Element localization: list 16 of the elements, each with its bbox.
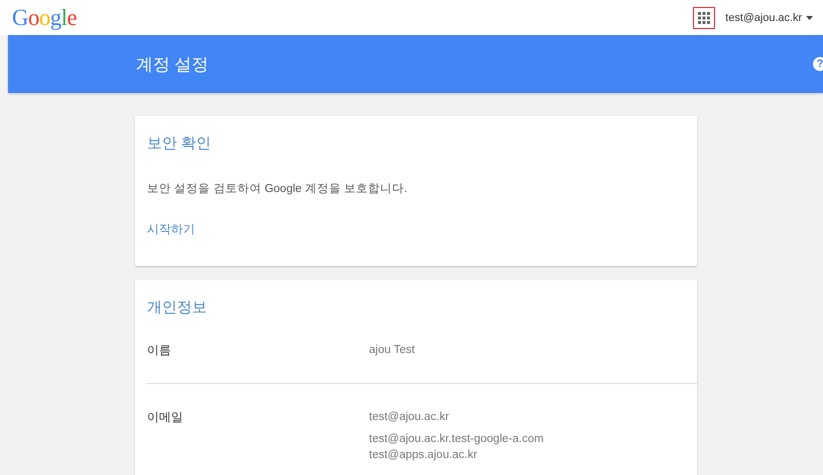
field-value: ajou Test — [369, 343, 415, 358]
page-title: 계정 설정 — [136, 54, 209, 76]
field-label: 이메일 — [147, 409, 184, 426]
account-menu[interactable]: test@ajou.ac.kr — [721, 12, 817, 24]
field-value: test@ajou.ac.kr — [369, 410, 450, 425]
field-value: test@ajou.ac.kr.test-google-a.com — [369, 432, 544, 447]
google-logo[interactable]: Google — [12, 4, 77, 30]
card-title: 보안 확인 — [147, 134, 212, 153]
caret-icon[interactable] — [806, 16, 813, 20]
help-icon[interactable]: ? — [813, 57, 823, 71]
card-title: 개인정보 — [147, 298, 207, 317]
field-value: test@apps.ajou.ac.kr — [369, 448, 478, 463]
start-link[interactable]: 시작하기 — [147, 221, 195, 238]
card-description: 보안 설정을 검토하여 Google 계정을 보호합니다. — [147, 182, 408, 196]
apps-grid-icon[interactable] — [693, 6, 716, 28]
field-label: 이름 — [147, 342, 172, 359]
